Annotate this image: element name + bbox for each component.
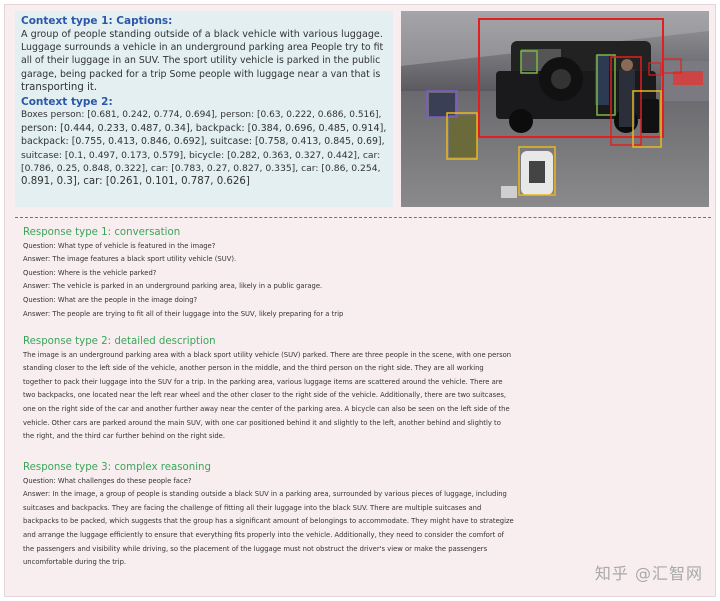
conversation-line: Question: What type of vehicle is featur… <box>23 241 216 250</box>
complex-reasoning-section: Response type 3: complex reasoning Quest… <box>23 461 711 570</box>
detailed-line: The image is an underground parking area… <box>23 350 512 359</box>
detailed-line: standing closer to the left side of the … <box>23 364 484 373</box>
captions-heading: Context type 1: Captions: <box>21 15 173 27</box>
conversation-line: Question: What are the people in the ima… <box>23 295 198 304</box>
conversation-line: Question: Where is the vehicle parked? <box>23 268 157 277</box>
detailed-line: two backpacks, one located near the left… <box>23 391 507 400</box>
caption-line: Luggage surrounds a vehicle in an underg… <box>21 42 384 54</box>
parking-scene-illustration <box>401 11 709 207</box>
reasoning-line: the passengers and visibility while driv… <box>23 544 488 553</box>
captions-text: A group of people standing outside of a … <box>21 28 387 94</box>
reasoning-line: suitcases and backpacks. They are facing… <box>23 503 482 512</box>
caption-line: all of their luggage in an SUV. The spor… <box>21 55 381 67</box>
reasoning-line: Answer: In the image, a group of people … <box>23 490 507 499</box>
conversation-line: Answer: The vehicle is parked in an unde… <box>23 282 323 291</box>
boxes-line: 0.891, 0.3], car: [0.261, 0.101, 0.787, … <box>21 176 250 188</box>
detailed-heading: Response type 2: detailed description <box>23 336 216 347</box>
detailed-line: vehicle. Other cars are parked around th… <box>23 418 501 427</box>
figure-panel: Context type 1: Captions: A group of peo… <box>4 4 716 597</box>
detailed-text: The image is an underground parking area… <box>23 349 711 444</box>
conversation-line: Answer: The image features a black sport… <box>23 255 237 264</box>
section-divider <box>15 217 711 218</box>
watermark: 知乎 @汇智网 <box>594 564 703 583</box>
boxes-text: Boxes person: [0.681, 0.242, 0.774, 0.69… <box>21 109 387 188</box>
conversation-heading: Response type 1: conversation <box>23 227 181 238</box>
boxes-line: person: [0.444, 0.233, 0.487, 0.34], bac… <box>21 123 387 135</box>
boxes-heading: Context type 2: <box>21 96 113 109</box>
caption-line: A group of people standing outside of a … <box>21 29 383 40</box>
context-panel: Context type 1: Captions: A group of peo… <box>15 11 393 207</box>
conversation-section: Response type 1: conversation Question: … <box>23 226 711 321</box>
boxes-line: backpack: [0.755, 0.413, 0.846, 0.692], … <box>21 136 385 148</box>
boxes-line: Boxes person: [0.681, 0.242, 0.774, 0.69… <box>21 110 382 121</box>
reasoning-heading: Response type 3: complex reasoning <box>23 462 211 473</box>
reasoning-line: backpacks to be packed, which suggests t… <box>23 517 514 526</box>
reasoning-text: Question: What challenges do these peopl… <box>23 475 711 570</box>
conversation-line: Answer: The people are trying to fit all… <box>23 309 344 318</box>
detailed-line: the right, and the third car further beh… <box>23 432 225 441</box>
boxes-line: suitcase: [0.1, 0.497, 0.173, 0.579], bi… <box>21 149 381 161</box>
detailed-description-section: Response type 2: detailed description Th… <box>23 335 711 444</box>
reasoning-line: and arrange the luggage efficiently to e… <box>23 530 505 539</box>
boxes-line: [0.786, 0.25, 0.848, 0.322], car: [0.783… <box>21 162 381 174</box>
caption-line: transporting it. <box>21 81 98 93</box>
detailed-line: one on the right side of the car and ano… <box>23 404 510 413</box>
conversation-text: Question: What type of vehicle is featur… <box>23 240 711 322</box>
reasoning-line: Question: What challenges do these peopl… <box>23 476 192 485</box>
parking-garage-photo <box>401 11 709 207</box>
caption-line: garage, being packed for a trip Some peo… <box>21 68 381 80</box>
detailed-line: together to pack their luggage into the … <box>23 377 503 386</box>
